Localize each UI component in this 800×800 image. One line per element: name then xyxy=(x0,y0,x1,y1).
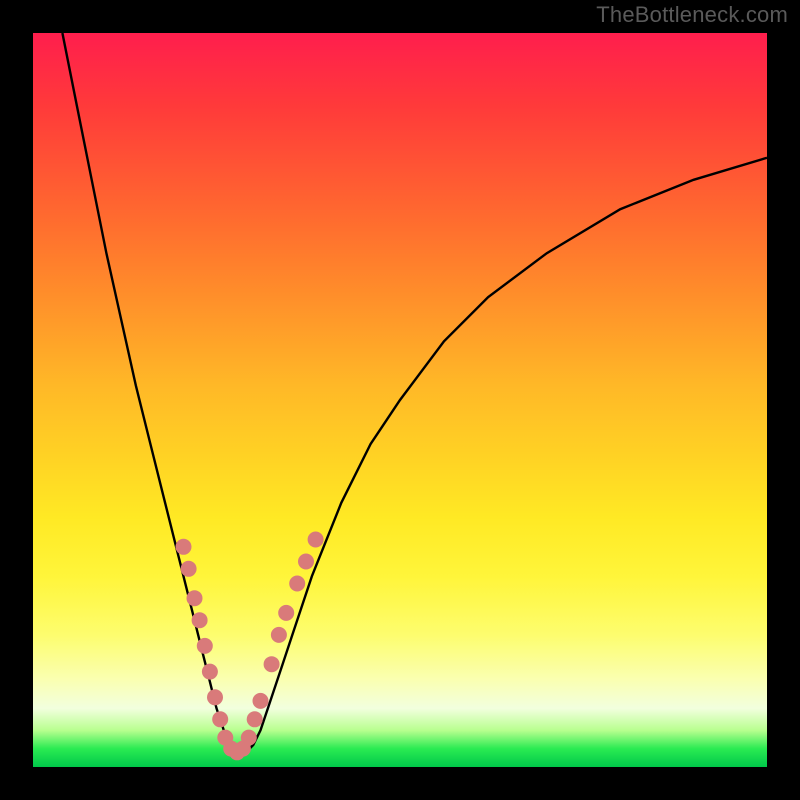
curve-marker xyxy=(192,612,208,628)
curve-marker xyxy=(264,656,280,672)
curve-marker xyxy=(308,532,324,548)
curve-marker xyxy=(181,561,197,577)
curve-marker xyxy=(253,693,269,709)
watermark-text: TheBottleneck.com xyxy=(596,2,788,28)
curve-marker xyxy=(187,590,203,606)
plot-area xyxy=(33,33,767,767)
curve-marker xyxy=(271,627,287,643)
curve-marker xyxy=(247,711,263,727)
curve-marker xyxy=(202,664,218,680)
curve-marker xyxy=(207,689,223,705)
curve-marker xyxy=(176,539,192,555)
curve-markers xyxy=(176,532,324,761)
bottleneck-curve-path xyxy=(62,33,767,752)
bottleneck-curve-svg xyxy=(33,33,767,767)
curve-marker xyxy=(241,730,257,746)
curve-marker xyxy=(289,576,305,592)
curve-marker xyxy=(197,638,213,654)
curve-marker xyxy=(212,711,228,727)
curve-marker xyxy=(278,605,294,621)
chart-frame: TheBottleneck.com xyxy=(0,0,800,800)
curve-marker xyxy=(298,554,314,570)
